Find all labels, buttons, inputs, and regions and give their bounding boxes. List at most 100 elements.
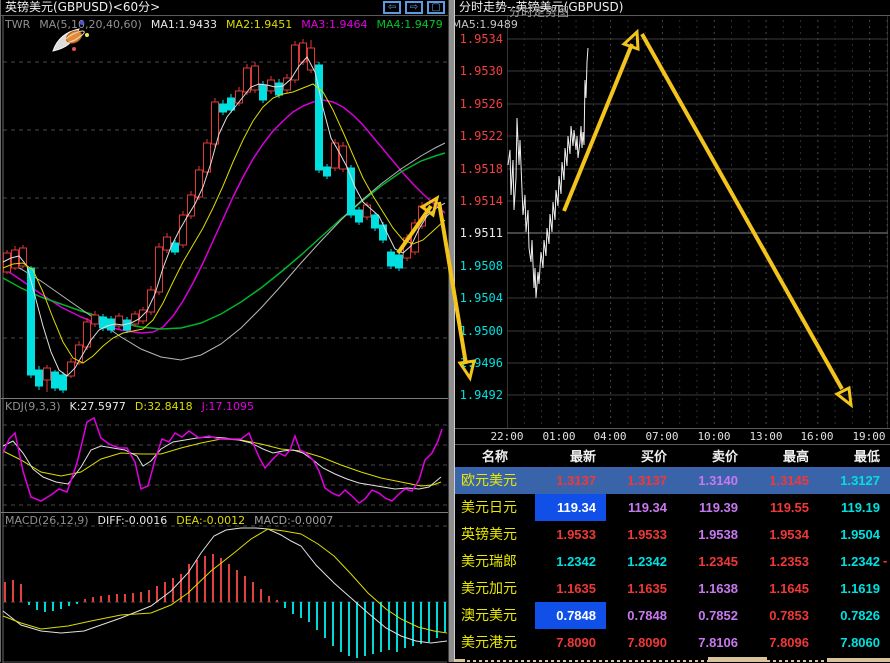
bottom-tab-strip[interactable] bbox=[455, 656, 890, 662]
kdj-pane[interactable] bbox=[1, 398, 449, 512]
quote-cell: 1.1635 bbox=[606, 575, 677, 602]
pair-name: 欧元美元 bbox=[455, 467, 535, 494]
quote-cell: 1.2345 bbox=[677, 548, 748, 575]
tick-panel: 分时走势--英镑美元(GBPUSD) 分时走势图 1.95341.95301.9… bbox=[455, 0, 890, 662]
quote-cell: 0.7853 bbox=[748, 602, 819, 629]
kdj-value: K:27.5977 bbox=[70, 400, 126, 413]
price-axis-label: 1.9508 bbox=[455, 259, 503, 273]
quote-row-美元日元[interactable]: 美元日元119.34119.34119.39119.55119.19 bbox=[455, 494, 890, 521]
quote-cell: 119.34 bbox=[535, 494, 606, 521]
quote-cell: 119.39 bbox=[677, 494, 748, 521]
ma-value: MA3:1.9464 bbox=[301, 18, 367, 31]
quote-cell: 1.3137 bbox=[606, 467, 677, 494]
quote-cell: 1.2342 bbox=[606, 548, 677, 575]
comet-cursor-icon bbox=[49, 15, 95, 55]
pair-name: 美元加元 bbox=[455, 575, 535, 602]
quote-cell: 7.8060 bbox=[819, 629, 890, 656]
tab-strip-segment[interactable] bbox=[827, 658, 890, 662]
quote-cell: 119.19 bbox=[819, 494, 890, 521]
quote-cell: 1.1619 bbox=[819, 575, 890, 602]
pair-name: 美元日元 bbox=[455, 494, 535, 521]
kdj-value: D:32.8418 bbox=[135, 400, 193, 413]
quote-row-美元加元[interactable]: 美元加元1.16351.16351.16381.16451.1619 bbox=[455, 575, 890, 602]
column-header: 卖价 bbox=[677, 446, 748, 467]
quote-cell: 1.9538 bbox=[677, 521, 748, 548]
system-label: TWR bbox=[5, 18, 30, 31]
macd-pane[interactable] bbox=[1, 512, 449, 662]
quote-cell: 1.3145 bbox=[748, 467, 819, 494]
pair-name: 英镑美元 bbox=[455, 521, 535, 548]
macd-label: MACD(26,12,9) bbox=[5, 514, 89, 527]
time-axis: 22:0001:0004:0007:0010:0013:0016:0019:00 bbox=[455, 428, 890, 445]
quote-cell: 1.2342 bbox=[535, 548, 606, 575]
ma-values: MA1:1.9433 MA2:1.9451 MA3:1.9464 MA4:1.9479… bbox=[151, 18, 527, 31]
quote-cell: 0.7848 bbox=[535, 602, 606, 629]
time-axis-label: 10:00 bbox=[697, 430, 730, 443]
left-panel-titlebar: 英镑美元(GBPUSD)<60分> ⇦ ⇨ ▢ bbox=[1, 0, 448, 16]
candlestick-panel: 英镑美元(GBPUSD)<60分> ⇦ ⇨ ▢ TWR MA(5,10,20,4… bbox=[0, 0, 448, 662]
price-axis-label: 1.9518 bbox=[455, 162, 503, 176]
quote-cell: 7.8090 bbox=[606, 629, 677, 656]
quote-cell: 1.1638 bbox=[677, 575, 748, 602]
kdj-values: K:27.5977D:32.8418J:17.1095 bbox=[70, 400, 264, 413]
quote-cell: 7.8090 bbox=[535, 629, 606, 656]
quote-cell: 1.9504 bbox=[819, 521, 890, 548]
candlestick-chart[interactable] bbox=[1, 16, 449, 398]
back-arrow-button[interactable]: ⇦ bbox=[383, 1, 401, 14]
quote-row-澳元美元[interactable]: 澳元美元0.78480.78480.78520.78530.7826 bbox=[455, 602, 890, 629]
price-axis-label: 1.9526 bbox=[455, 97, 503, 111]
column-header: 最高 bbox=[748, 446, 819, 467]
quote-cell: 1.1635 bbox=[535, 575, 606, 602]
quote-row-美元瑞郎[interactable]: 美元瑞郎1.23421.23421.23451.23531.2342 bbox=[455, 548, 890, 575]
macd-value: DEA:-0.0012 bbox=[176, 514, 245, 527]
macd-value: MACD:-0.0007 bbox=[254, 514, 333, 527]
quote-row-美元港元[interactable]: 美元港元7.80907.80907.81067.80967.8060 bbox=[455, 629, 890, 656]
forward-arrow-button[interactable]: ⇨ bbox=[405, 1, 423, 14]
price-axis-label: 1.9522 bbox=[455, 129, 503, 143]
clipped-next-column-value: - bbox=[883, 553, 887, 568]
time-axis-label: 04:00 bbox=[593, 430, 626, 443]
macd-values: DIFF:-0.0016 DEA:-0.0012 MACD:-0.0007 bbox=[98, 514, 343, 527]
macd-value: DIFF:-0.0016 bbox=[98, 514, 168, 527]
quote-cell: 119.55 bbox=[748, 494, 819, 521]
column-header: 最低 bbox=[819, 446, 890, 467]
time-axis-label: 19:00 bbox=[852, 430, 885, 443]
ma-value: MA2:1.9451 bbox=[226, 18, 292, 31]
quote-row-欧元美元[interactable]: 欧元美元1.31371.31371.31401.31451.3127 bbox=[455, 467, 890, 494]
time-axis-label: 16:00 bbox=[800, 430, 833, 443]
kdj-indicator-bar: KDJ(9,3,3) K:27.5977D:32.8418J:17.1095 bbox=[5, 400, 263, 413]
quote-cell: 7.8096 bbox=[748, 629, 819, 656]
quote-cell: 7.8106 bbox=[677, 629, 748, 656]
quote-row-英镑美元[interactable]: 英镑美元1.95331.95331.95381.95341.9504 bbox=[455, 521, 890, 548]
column-header: 最新 bbox=[535, 446, 606, 467]
quote-cell: 1.9533 bbox=[606, 521, 677, 548]
price-axis-label: 1.9500 bbox=[455, 324, 503, 338]
kdj-label: KDJ(9,3,3) bbox=[5, 400, 61, 413]
quote-cell: 1.9533 bbox=[535, 521, 606, 548]
quote-cell: 1.2342 bbox=[819, 548, 890, 575]
pair-name: 美元瑞郎 bbox=[455, 548, 535, 575]
quote-cell: 1.9534 bbox=[748, 521, 819, 548]
price-axis-label: 1.9514 bbox=[455, 194, 503, 208]
quote-cell: 0.7826 bbox=[819, 602, 890, 629]
quote-cell: 0.7852 bbox=[677, 602, 748, 629]
quote-cell: 1.2353 bbox=[748, 548, 819, 575]
quote-cell: 0.7848 bbox=[606, 602, 677, 629]
maximize-button[interactable]: ▢ bbox=[427, 1, 445, 14]
pair-name: 澳元美元 bbox=[455, 602, 535, 629]
ma-value: MA4:1.9479 bbox=[376, 18, 442, 31]
panel-nav-buttons: ⇦ ⇨ ▢ bbox=[383, 1, 445, 14]
quote-cell: 1.3140 bbox=[677, 467, 748, 494]
price-axis-label: 1.9492 bbox=[455, 388, 503, 402]
time-axis-label: 13:00 bbox=[749, 430, 782, 443]
panel-splitter[interactable] bbox=[448, 0, 455, 662]
trading-terminal: { "left_panel": { "title": "英镑美元(GBPUSD)… bbox=[0, 0, 890, 662]
pair-name: 美元港元 bbox=[455, 629, 535, 656]
quote-cell: 1.3137 bbox=[535, 467, 606, 494]
price-axis-label: 1.9534 bbox=[455, 32, 503, 46]
time-axis-label: 01:00 bbox=[542, 430, 575, 443]
tab-strip-segment[interactable] bbox=[708, 657, 767, 662]
ma-value: MA1:1.9433 bbox=[151, 18, 217, 31]
price-axis-label: 1.9530 bbox=[455, 64, 503, 78]
tick-chart[interactable]: 1.9534 1.9530 1.9526 1.9522 1.9518 1.9514 1.95… bbox=[455, 16, 890, 428]
